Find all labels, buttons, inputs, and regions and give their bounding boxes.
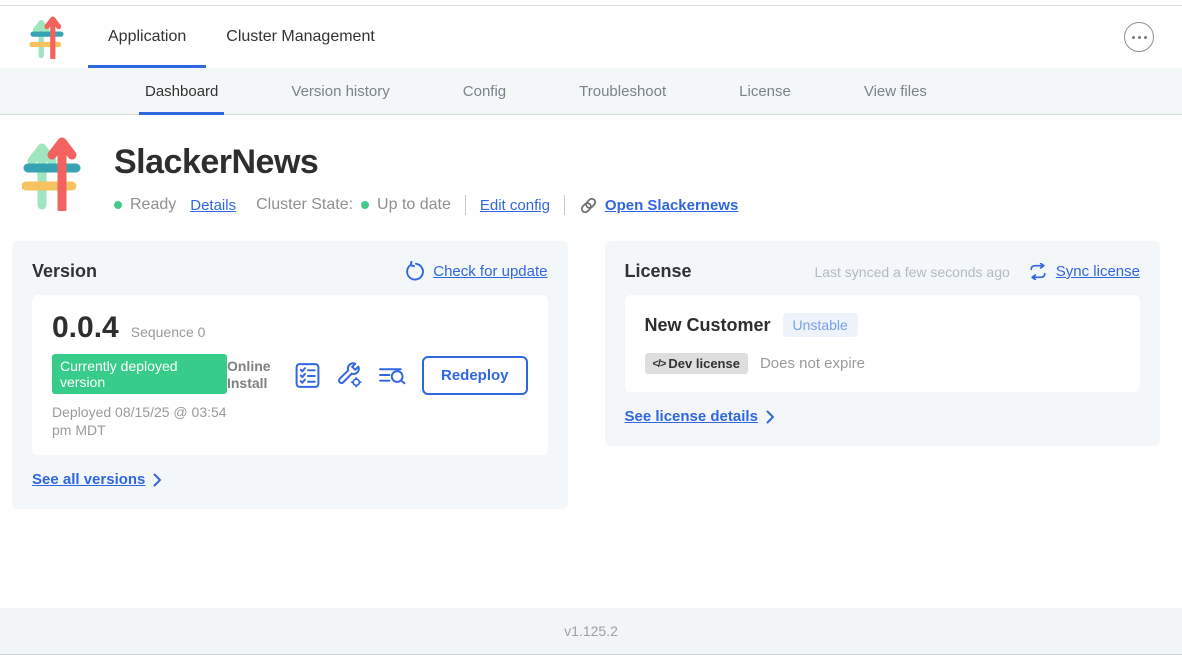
redeploy-button[interactable]: Redeploy (422, 356, 528, 395)
version-card: Version Check for update (12, 241, 568, 509)
subnav-config[interactable]: Config (457, 68, 512, 114)
header-actions (1124, 6, 1182, 68)
console-version: v1.125.2 (564, 623, 618, 639)
subnav-license[interactable]: License (733, 68, 797, 114)
license-card-header: License Last synced a few seconds ago Sy… (625, 261, 1141, 282)
open-app-link[interactable]: Open Slackernews (605, 197, 738, 214)
version-card-title: Version (32, 261, 97, 282)
cluster-state-label: Cluster State: (256, 196, 353, 214)
app-status-row: Ready Details Cluster State: Up to date … (114, 195, 738, 215)
hero-text: SlackerNews Ready Details Cluster State:… (114, 135, 738, 215)
more-menu-button[interactable] (1124, 22, 1154, 52)
license-details-panel: New Customer Unstable </> Dev license Do… (625, 295, 1141, 392)
license-card-title: License (625, 261, 692, 282)
subnav-dashboard[interactable]: Dashboard (139, 68, 224, 114)
channel-badge: Unstable (783, 313, 858, 337)
chevron-right-icon (766, 410, 775, 424)
admin-console-screen: Application Cluster Management Dashboard… (0, 0, 1182, 655)
app-subnav: Dashboard Version history Config Trouble… (0, 68, 1182, 115)
app-logo-icon (28, 15, 66, 59)
subnav-view-files[interactable]: View files (858, 68, 933, 114)
check-for-update-link[interactable]: Check for update (433, 263, 547, 280)
install-type-label: Online Install (227, 358, 279, 393)
see-all-versions-link[interactable]: See all versions (32, 471, 162, 488)
chevron-right-icon (153, 473, 162, 487)
subnav-troubleshoot[interactable]: Troubleshoot (573, 68, 672, 114)
tab-cluster-management-label: Cluster Management (226, 28, 375, 46)
refresh-icon (404, 261, 425, 282)
page-title: SlackerNews (114, 143, 738, 182)
dashboard-cards: Version Check for update (0, 241, 1182, 509)
customer-name: New Customer (645, 315, 771, 336)
tab-application-label: Application (108, 28, 186, 46)
divider (465, 195, 466, 215)
view-logs-icon[interactable] (378, 363, 407, 388)
brand-logo-box (0, 6, 88, 68)
ready-status-dot (114, 201, 122, 209)
app-logo-large-icon (22, 135, 82, 215)
sequence-label: Sequence 0 (131, 324, 206, 340)
dashboard-main: SlackerNews Ready Details Cluster State:… (0, 115, 1182, 608)
cluster-state-value: Up to date (377, 196, 451, 214)
configure-icon[interactable] (336, 362, 363, 389)
code-icon: </> (653, 358, 666, 370)
divider (564, 195, 565, 215)
console-footer: v1.125.2 (0, 608, 1182, 655)
version-info-column: 0.0.4 Sequence 0 Currently deployed vers… (52, 311, 227, 439)
app-hero: SlackerNews Ready Details Cluster State:… (0, 115, 1182, 215)
license-card: License Last synced a few seconds ago Sy… (605, 241, 1161, 446)
tab-application[interactable]: Application (88, 6, 206, 68)
expiry-label: Does not expire (760, 355, 865, 372)
preflight-checks-icon[interactable] (294, 362, 321, 389)
deployed-timestamp: Deployed 08/15/25 @ 03:54 pm MDT (52, 403, 227, 439)
ready-status-label: Ready (130, 196, 176, 214)
version-number: 0.0.4 (52, 311, 119, 345)
edit-config-link[interactable]: Edit config (480, 197, 550, 214)
ellipsis-icon (1132, 36, 1135, 39)
see-license-details-link[interactable]: See license details (625, 408, 775, 425)
sync-icon (1028, 263, 1048, 280)
app-header: Application Cluster Management (0, 6, 1182, 68)
cluster-status-dot (361, 201, 369, 209)
last-synced-label: Last synced a few seconds ago (814, 264, 1009, 280)
sync-license-link[interactable]: Sync license (1056, 263, 1140, 280)
current-version-panel: 0.0.4 Sequence 0 Currently deployed vers… (32, 295, 548, 455)
version-card-header: Version Check for update (32, 261, 548, 282)
details-link[interactable]: Details (190, 197, 236, 214)
deployed-version-badge: Currently deployed version (52, 354, 227, 394)
license-type-badge: </> Dev license (645, 353, 748, 374)
link-icon (579, 196, 598, 215)
version-actions: Online Install (227, 356, 528, 395)
subnav-version-history[interactable]: Version history (285, 68, 395, 114)
tab-cluster-management[interactable]: Cluster Management (206, 6, 395, 68)
